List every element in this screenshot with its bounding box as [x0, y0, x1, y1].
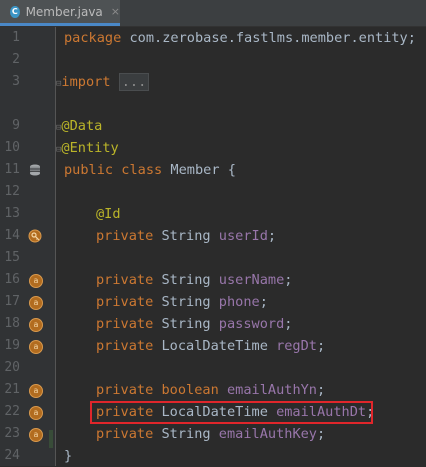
- code-line: private String password;: [96, 316, 293, 332]
- code-line: ⊟@Data: [56, 118, 103, 134]
- code-line: package com.zerobase.fastlms.member.enti…: [64, 30, 416, 46]
- close-icon[interactable]: ×: [111, 5, 120, 18]
- highlight-box: [90, 401, 373, 424]
- tab-member-java[interactable]: C Member.java ×: [0, 0, 120, 26]
- code-line: private String emailAuthKey;: [96, 426, 326, 442]
- code-line: public class Member {: [64, 162, 236, 178]
- code-line: ⊟import ...: [0, 71, 426, 93]
- class-icon: C: [10, 5, 20, 18]
- code-line: ⊟@Entity: [56, 140, 119, 156]
- collapsed-imports[interactable]: ...: [118, 73, 150, 91]
- code-line: private String phone;: [96, 294, 268, 310]
- line-number: 15: [4, 250, 20, 265]
- code-line: private boolean emailAuthYn;: [96, 382, 326, 398]
- code-line: private LocalDateTime regDt;: [96, 338, 326, 354]
- tab-label: Member.java: [25, 4, 103, 19]
- editor-tab-bar: C Member.java ×: [0, 0, 426, 27]
- code-line: }: [64, 448, 73, 464]
- line-number: 12: [4, 184, 20, 199]
- line-number: 2: [12, 52, 20, 67]
- code-line: @Id: [96, 206, 121, 222]
- code-line: private String userId;: [96, 228, 277, 244]
- line-number: 20: [4, 360, 20, 375]
- code-line: private String userName;: [96, 272, 293, 288]
